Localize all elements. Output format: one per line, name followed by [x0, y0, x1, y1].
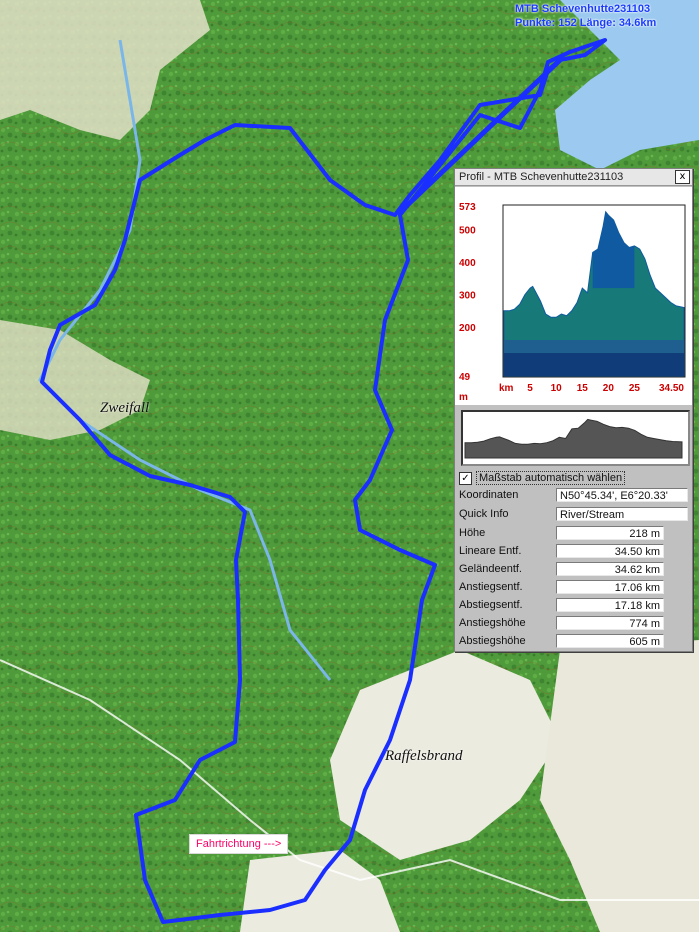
info-label: Höhe	[459, 527, 486, 539]
window-title: Profil - MTB Schevenhutte231103	[459, 171, 624, 183]
elevation-chart[interactable]: 49 200 300 400 500 573 m km 5 10 15 20 25 34.50	[455, 187, 692, 405]
elevation-chart-svg: 49 200 300 400 500 573 m km 5 10 15 20 25 34.50	[459, 202, 686, 403]
info-row-quick-info: Quick Info River/Stream	[459, 507, 688, 523]
info-row-descent-height: Abstiegshöhe 605 m	[459, 634, 688, 650]
x-tick-label: 25	[629, 383, 641, 394]
x-tick-label: 15	[577, 383, 589, 394]
x-tick-label: 5	[527, 383, 533, 394]
elevation-band	[504, 352, 684, 376]
place-label-raffelsbrand: Raffelsbrand	[385, 748, 463, 764]
info-row-coordinates: Koordinaten N50°45.34', E6°20.33'	[459, 488, 688, 504]
info-value: 774 m	[556, 616, 664, 630]
info-label: Anstiegsentf.	[459, 581, 523, 593]
info-row-height: Höhe 218 m	[459, 526, 688, 542]
info-label: Quick Info	[459, 508, 509, 520]
info-value: 17.18 km	[556, 598, 664, 612]
info-value: 17.06 km	[556, 580, 664, 594]
y-tick-label: 200	[459, 323, 476, 334]
info-value: 34.62 km	[556, 562, 664, 576]
y-tick-label: 49	[459, 372, 471, 383]
overview-svg	[464, 418, 683, 459]
overview-profile	[464, 418, 683, 459]
scale-checkbox[interactable]: ✓	[459, 472, 472, 485]
x-axis-label: km	[499, 383, 514, 394]
info-value: 605 m	[556, 634, 664, 648]
place-label-zweifall: Zweifall	[100, 400, 150, 416]
info-row-ascent-height: Anstiegshöhe 774 m	[459, 616, 688, 632]
info-value: 218 m	[556, 526, 664, 540]
y-tick-label: 300	[459, 291, 476, 302]
window-titlebar[interactable]: Profil - MTB Schevenhutte231103 x	[455, 169, 692, 186]
info-label: Anstiegshöhe	[459, 617, 526, 629]
info-row-linear-distance: Lineare Entf. 34.50 km	[459, 544, 688, 560]
info-label: Abstiegshöhe	[459, 635, 526, 647]
scale-checkbox-label[interactable]: Maßstab automatisch wählen	[476, 471, 626, 485]
close-button[interactable]: x	[675, 170, 690, 184]
route-title: MTB Schevenhutte231103	[515, 3, 651, 15]
info-value: River/Stream	[556, 507, 688, 521]
route-stats: Punkte: 152 Länge: 34.6km	[515, 17, 657, 29]
info-row-ascent-distance: Anstiegsentf. 17.06 km	[459, 580, 688, 596]
x-tick-label: 10	[551, 383, 563, 394]
y-axis-label: m	[459, 392, 468, 403]
y-tick-label: 500	[459, 226, 476, 237]
info-label: Geländeentf.	[459, 563, 522, 575]
info-value: 34.50 km	[556, 544, 664, 558]
x-tick-label: 34.50	[659, 383, 684, 394]
profile-window[interactable]: Profil - MTB Schevenhutte231103 x 49 200 3…	[454, 168, 693, 652]
info-value: N50°45.34', E6°20.33'	[556, 488, 688, 502]
x-tick-label: 20	[603, 383, 615, 394]
y-tick-label: 573	[459, 202, 476, 213]
y-tick-label: 400	[459, 258, 476, 269]
profile-overview[interactable]	[461, 410, 690, 466]
info-row-terrain-distance: Geländeentf. 34.62 km	[459, 562, 688, 578]
info-label: Abstiegsentf.	[459, 599, 523, 611]
direction-label: Fahrtrichtung --->	[189, 834, 289, 854]
info-label: Lineare Entf.	[459, 545, 522, 557]
info-row-descent-distance: Abstiegsentf. 17.18 km	[459, 598, 688, 614]
info-label: Koordinaten	[459, 489, 519, 501]
elevation-band	[504, 339, 684, 353]
